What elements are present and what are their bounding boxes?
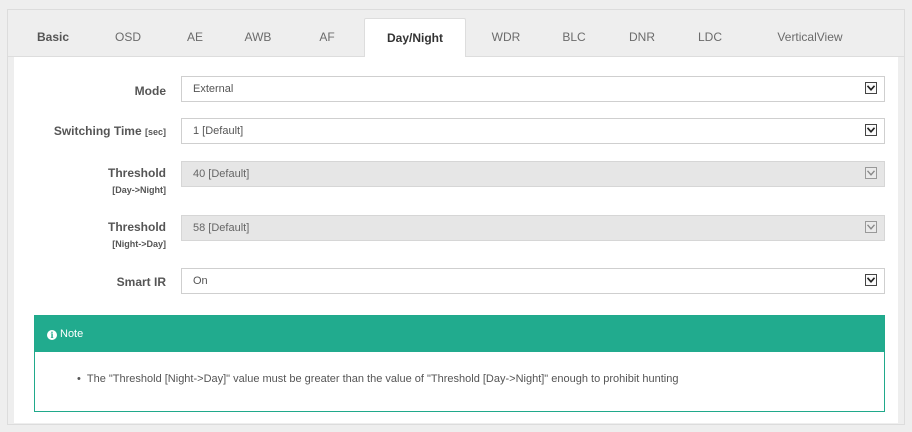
smart-ir-label-text: Smart IR [116,275,166,289]
threshold-night-day-sublabel: [Night->Day] [112,239,166,249]
tab-blc[interactable]: BLC [554,18,594,56]
switching-time-select[interactable]: 1 [Default] [181,118,885,144]
tab-bar: Basic OSD AE AWB AF Day/Night WDR BLC DN… [8,18,904,57]
mode-select[interactable]: External [181,76,885,102]
chevron-down-icon[interactable] [865,274,877,286]
note-text: The "Threshold [Night->Day]" value must … [86,373,679,385]
smart-ir-value: On [193,275,208,287]
smart-ir-label: Smart IR [20,275,166,289]
tab-basic[interactable]: Basic [30,18,76,56]
threshold-day-night-select: 40 [Default] [181,161,885,187]
tab-ldc[interactable]: LDC [690,18,730,56]
note-item: • The "Threshold [Night->Day]" value must… [77,373,678,385]
threshold-day-night-value: 40 [Default] [193,168,250,180]
threshold-night-day-label: Threshold [Night->Day] [20,220,166,251]
threshold-day-night-label: Threshold [Day->Night] [20,166,166,197]
threshold-day-night-sublabel: [Day->Night] [112,185,166,195]
threshold-night-day-value: 58 [Default] [193,222,250,234]
note-title: Note [60,328,84,340]
mode-label-text: Mode [134,84,166,98]
switching-time-value: 1 [Default] [193,125,244,137]
threshold-night-day-label-text: Threshold [107,220,166,234]
chevron-down-icon [865,221,877,233]
bullet-icon: • [77,373,81,385]
info-icon: i [47,330,57,340]
smart-ir-select[interactable]: On [181,268,885,294]
note-header: i Note [35,316,884,352]
tab-ae[interactable]: AE [178,18,212,56]
chevron-down-icon[interactable] [865,124,877,136]
tab-day-night[interactable]: Day/Night [364,18,466,57]
threshold-day-night-label-text: Threshold [107,166,166,180]
tab-verticalview[interactable]: VerticalView [760,18,860,56]
note-box: i Note • The "Threshold [Night->Day]" valu… [34,315,885,412]
mode-value: External [193,83,234,95]
switching-time-label: Switching Time [sec] [20,124,166,139]
tab-af[interactable]: AF [310,18,344,56]
mode-label: Mode [20,84,166,98]
chevron-down-icon [865,167,877,179]
tab-awb[interactable]: AWB [236,18,280,56]
tab-osd[interactable]: OSD [108,18,148,56]
switching-time-label-text: Switching Time [53,124,142,138]
threshold-night-day-select: 58 [Default] [181,215,885,241]
chevron-down-icon[interactable] [865,82,877,94]
switching-time-unit: [sec] [144,127,166,137]
tab-wdr[interactable]: WDR [484,18,528,56]
tab-dnr[interactable]: DNR [620,18,664,56]
